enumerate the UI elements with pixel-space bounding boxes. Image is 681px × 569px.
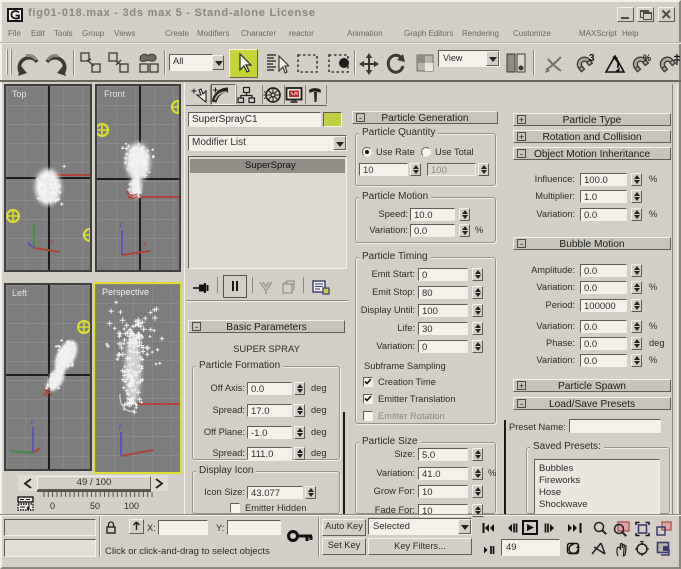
svg-text:x: x	[45, 390, 49, 399]
svg-text:x: x	[50, 237, 54, 246]
svg-text:x: x	[143, 240, 147, 249]
svg-text:%: %	[643, 53, 651, 63]
svg-text:z: z	[30, 417, 34, 426]
svg-text:z: z	[119, 220, 123, 229]
svg-text:z: z	[118, 422, 122, 431]
svg-text:3: 3	[589, 53, 595, 64]
